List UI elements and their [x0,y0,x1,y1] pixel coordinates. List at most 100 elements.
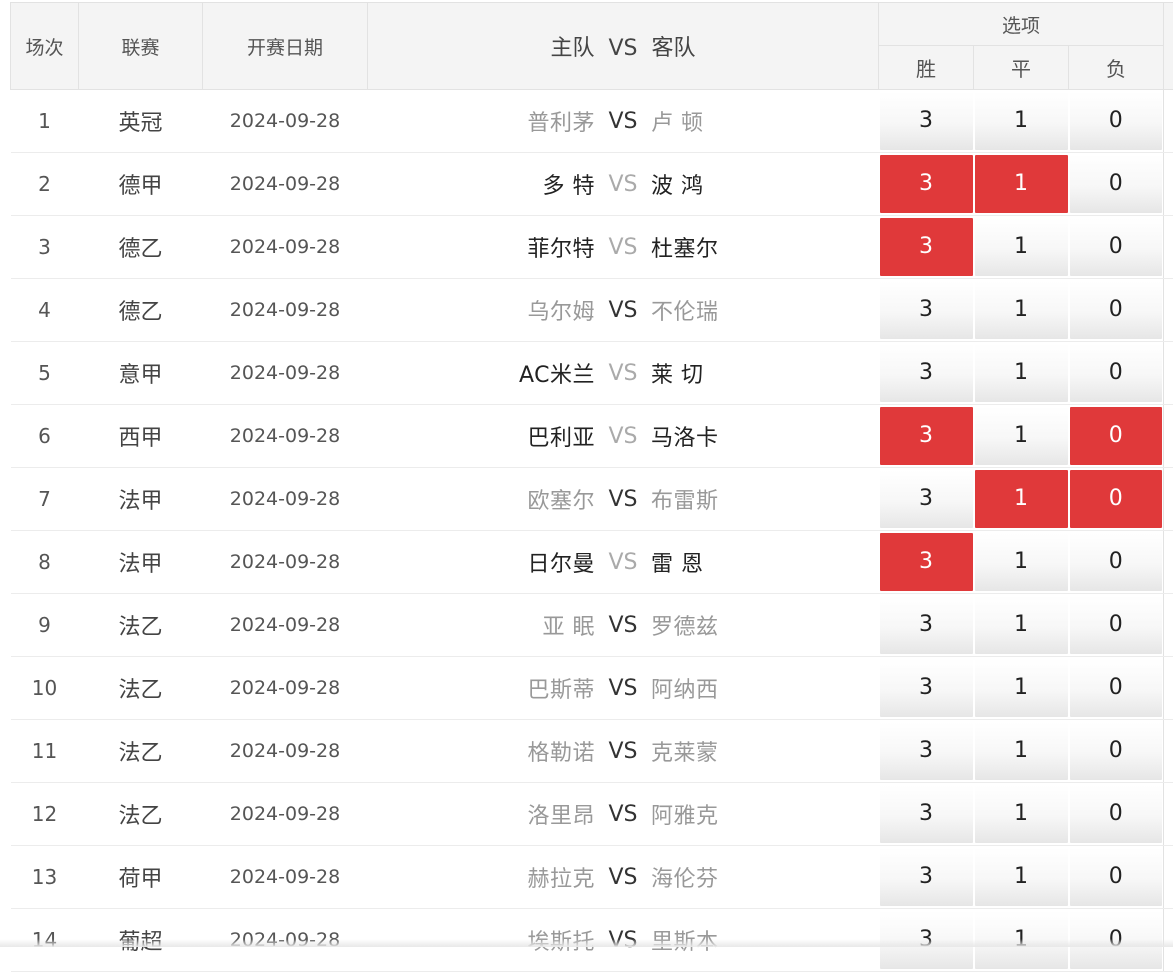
option-lose-button[interactable]: 0 [1070,92,1163,150]
option-lose-button[interactable]: 0 [1070,344,1163,402]
option-lose-button[interactable]: 0 [1070,218,1163,276]
match-index: 1 [11,90,79,153]
option-win-button[interactable]: 3 [880,218,973,276]
option-draw-button[interactable]: 1 [975,92,1068,150]
option-draw-cell: 1 [974,531,1069,594]
row-spacer [1164,468,1173,531]
option-win-button[interactable]: 3 [880,659,973,717]
option-win-button[interactable]: 3 [880,722,973,780]
option-draw-cell: 1 [974,342,1069,405]
option-win-cell: 3 [879,468,974,531]
league-name: 法乙 [79,783,203,846]
table-row: 12 法乙 2024-09-28 洛里昂 VS 阿雅克 3 1 0 [11,783,1173,846]
option-lose-button[interactable]: 0 [1070,659,1163,717]
option-draw-button[interactable]: 1 [975,785,1068,843]
option-win-button[interactable]: 3 [880,596,973,654]
vs-label: VS [595,487,651,512]
option-win-button[interactable]: 3 [880,407,973,465]
match-date: 2024-09-28 [203,405,368,468]
away-team: 阿纳西 [651,672,861,704]
match-index: 5 [11,342,79,405]
option-win-button[interactable]: 3 [880,92,973,150]
match-index: 7 [11,468,79,531]
league-name: 意甲 [79,342,203,405]
home-team: 亚 眠 [385,609,595,641]
match-date: 2024-09-28 [203,153,368,216]
option-draw-button[interactable]: 1 [975,470,1068,528]
option-lose-button[interactable]: 0 [1070,596,1163,654]
match-teams: 格勒诺 VS 克莱蒙 [368,720,879,783]
row-spacer [1164,216,1173,279]
row-spacer [1164,405,1173,468]
option-win-cell: 3 [879,405,974,468]
option-win-button[interactable]: 3 [880,848,973,906]
option-lose-cell: 0 [1069,531,1164,594]
option-win-cell: 3 [879,279,974,342]
option-draw-button[interactable]: 1 [975,722,1068,780]
option-win-button[interactable]: 3 [880,344,973,402]
match-date: 2024-09-28 [203,342,368,405]
option-win-cell: 3 [879,846,974,909]
option-win-button[interactable]: 3 [880,470,973,528]
option-lose-button[interactable]: 0 [1070,785,1163,843]
away-team: 布雷斯 [651,483,861,515]
row-spacer [1164,657,1173,720]
option-draw-button[interactable]: 1 [975,218,1068,276]
option-lose-button[interactable]: 0 [1070,155,1163,213]
row-spacer [1164,846,1173,909]
vs-label: VS [595,613,651,638]
option-lose-button[interactable]: 0 [1070,407,1163,465]
option-win-cell: 3 [879,783,974,846]
match-index: 11 [11,720,79,783]
option-lose-button[interactable]: 0 [1070,470,1163,528]
option-win-cell: 3 [879,216,974,279]
option-win-cell: 3 [879,720,974,783]
home-team: 乌尔姆 [385,294,595,326]
match-index: 3 [11,216,79,279]
option-win-button[interactable]: 3 [880,281,973,339]
option-lose-button[interactable]: 0 [1070,722,1163,780]
option-lose-button[interactable]: 0 [1070,281,1163,339]
option-draw-button[interactable]: 1 [975,344,1068,402]
option-win-button[interactable]: 3 [880,533,973,591]
option-draw-cell: 1 [974,216,1069,279]
option-draw-button[interactable]: 1 [975,848,1068,906]
option-lose-cell: 0 [1069,279,1164,342]
match-index: 13 [11,846,79,909]
match-date: 2024-09-28 [203,846,368,909]
away-team: 杜塞尔 [651,231,861,263]
option-draw-cell: 1 [974,468,1069,531]
option-win-cell: 3 [879,342,974,405]
option-draw-cell: 1 [974,405,1069,468]
away-team: 雷 恩 [651,546,861,578]
match-index: 9 [11,594,79,657]
option-lose-button[interactable]: 0 [1070,533,1163,591]
option-lose-button[interactable]: 0 [1070,848,1163,906]
match-teams: 亚 眠 VS 罗德兹 [368,594,879,657]
option-win-button[interactable]: 3 [880,155,973,213]
league-name: 德甲 [79,153,203,216]
option-draw-button[interactable]: 1 [975,596,1068,654]
option-draw-button[interactable]: 1 [975,407,1068,465]
row-spacer [1164,531,1173,594]
match-teams: AC米兰 VS 莱 切 [368,342,879,405]
home-team: 巴斯蒂 [385,672,595,704]
option-draw-button[interactable]: 1 [975,281,1068,339]
match-teams: 普利茅 VS 卢 顿 [368,90,879,153]
match-date: 2024-09-28 [203,468,368,531]
match-table-container: 场次 联赛 开赛日期 主队 VS 客队 选项 胜 平 负 1 英冠 2024-0… [10,2,1173,972]
table-row: 2 德甲 2024-09-28 多 特 VS 波 鸿 3 1 0 [11,153,1173,216]
option-win-button[interactable]: 3 [880,785,973,843]
table-row: 1 英冠 2024-09-28 普利茅 VS 卢 顿 3 1 0 [11,90,1173,153]
vs-label: VS [595,739,651,764]
match-table: 场次 联赛 开赛日期 主队 VS 客队 选项 胜 平 负 1 英冠 2024-0… [10,2,1173,972]
option-win-cell: 3 [879,657,974,720]
option-draw-button[interactable]: 1 [975,659,1068,717]
row-spacer [1164,783,1173,846]
vs-label: VS [595,424,651,449]
header-lose: 负 [1069,46,1164,90]
option-draw-button[interactable]: 1 [975,155,1068,213]
away-team: 波 鸿 [651,168,861,200]
option-draw-button[interactable]: 1 [975,533,1068,591]
vs-label: VS [595,109,651,134]
